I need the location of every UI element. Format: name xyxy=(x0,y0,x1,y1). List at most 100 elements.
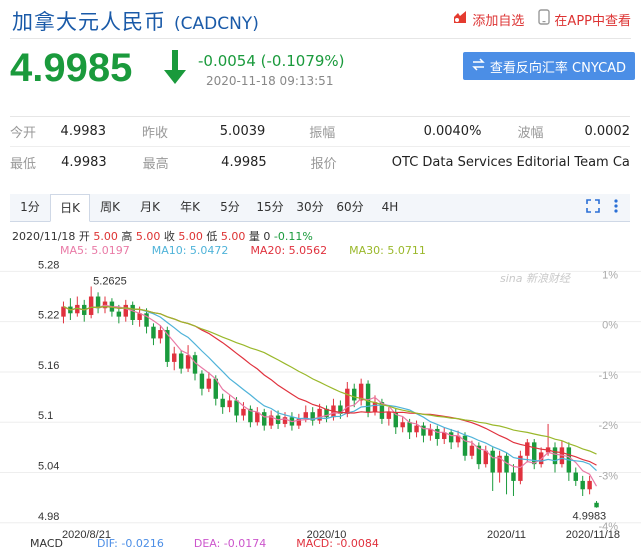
candle-body xyxy=(345,388,350,414)
candle-body xyxy=(123,304,128,317)
stat-value: 4.9983 xyxy=(60,124,107,139)
tab-daily-k[interactable]: 日K xyxy=(50,194,90,222)
macd-dif: DIF: -0.0216 xyxy=(96,537,164,550)
down-arrow-icon xyxy=(162,48,188,97)
stat-value: 5.0039 xyxy=(219,124,266,139)
candle-body xyxy=(220,398,225,408)
tab-15min[interactable]: 15分 xyxy=(250,194,290,221)
candle-body xyxy=(88,296,94,315)
info-vol: 0 xyxy=(263,230,271,243)
stats-row: 今开 4.9983 昨收 5.0039 振幅 0.0040% 波幅 0.0002 xyxy=(10,117,630,147)
tab-5min[interactable]: 5分 xyxy=(210,194,250,221)
stat-label: 最低 xyxy=(10,156,37,172)
fullscreen-icon[interactable] xyxy=(586,198,600,217)
tab-60min[interactable]: 60分 xyxy=(330,194,370,221)
candle-body xyxy=(352,388,357,401)
candle-body xyxy=(511,472,516,481)
tab-weekly-k[interactable]: 周K xyxy=(90,194,130,221)
candle-body xyxy=(587,480,592,490)
info-close: 5.00 xyxy=(178,230,203,243)
stat-label: 波幅 xyxy=(517,126,544,141)
candle-body xyxy=(158,330,163,339)
x-tick-label: 2020/11 xyxy=(487,529,526,541)
tab-30min[interactable]: 30分 xyxy=(290,194,330,221)
y-tick-label: 5.28 xyxy=(38,259,59,271)
last-price: 4.9985 xyxy=(10,46,133,90)
info-pct: -0.11% xyxy=(273,230,313,243)
candle-body xyxy=(448,432,454,443)
y-tick-label: 5.1 xyxy=(38,410,53,422)
header-divider xyxy=(10,38,631,39)
macd-legend: MACD DIF: -0.0216 DEA: -0.0174 MACD: -0.… xyxy=(30,537,379,550)
price-change: -0.0054 (-0.1079%) xyxy=(198,52,345,70)
candle-body xyxy=(199,373,205,389)
add-watch-button[interactable]: 添加自选 xyxy=(452,9,524,29)
reverse-rate-label: 查看反向汇率 CNYCAD xyxy=(489,60,627,76)
stat-label: 最高 xyxy=(142,156,169,172)
candle-body xyxy=(151,326,156,339)
pct-tick-label: 1% xyxy=(602,269,618,281)
kline-chart[interactable]: 5.281%5.220%5.16-1%5.1-2%5.04-3%4.98-4%5… xyxy=(0,255,641,551)
candle-body xyxy=(469,445,475,456)
header-actions: 添加自选 在APP中查看 xyxy=(452,9,631,29)
macd-dea: DEA: -0.0174 xyxy=(193,537,267,550)
candle-body xyxy=(178,353,184,369)
candle-body xyxy=(172,353,177,362)
page-title: 加拿大元人民币 (CADCNY) xyxy=(12,6,259,36)
info-high-label: 高 xyxy=(121,230,133,243)
tab-yearly-k[interactable]: 年K xyxy=(170,194,210,221)
candle-body xyxy=(594,502,599,508)
add-watch-label: 添加自选 xyxy=(472,13,525,29)
candle-body xyxy=(407,422,412,433)
y-tick-label: 4.98 xyxy=(38,511,59,523)
ma10-line xyxy=(63,305,597,472)
pct-tick-label: -3% xyxy=(598,471,618,483)
tab-monthly-k[interactable]: 月K xyxy=(130,194,170,221)
candle-body xyxy=(130,304,135,320)
y-tick-label: 5.16 xyxy=(38,360,59,372)
info-date: 2020/11/18 xyxy=(12,230,76,243)
info-vol-label: 量 xyxy=(248,230,260,243)
candle-body xyxy=(525,442,530,456)
phone-icon xyxy=(538,9,551,29)
y-tick-label: 5.04 xyxy=(38,461,59,473)
pct-tick-label: -1% xyxy=(598,370,618,382)
max-price-label: 5.2625 xyxy=(93,275,127,287)
tab-4h[interactable]: 4H xyxy=(370,194,410,221)
stat-value: 0.0002 xyxy=(584,124,630,139)
candle-body xyxy=(234,400,239,416)
info-low-label: 低 xyxy=(206,230,218,243)
stats-table: 今开 4.9983 昨收 5.0039 振幅 0.0040% 波幅 0.0002… xyxy=(10,116,630,177)
pct-tick-label: -2% xyxy=(598,420,618,432)
candle-body xyxy=(490,450,495,473)
info-open: 5.00 xyxy=(93,230,118,243)
candle-body xyxy=(552,447,558,465)
y-tick-label: 5.22 xyxy=(38,310,59,322)
x-tick-label: 2020/11/18 xyxy=(566,529,620,541)
reverse-rate-button[interactable]: 查看反向汇率 CNYCAD xyxy=(463,52,635,80)
more-options-icon[interactable] xyxy=(614,198,618,217)
candle-body xyxy=(386,412,392,419)
app-view-button[interactable]: 在APP中查看 xyxy=(538,9,631,29)
candle-body xyxy=(573,472,578,481)
stat-value: 0.0040% xyxy=(423,124,482,139)
stat-value: 4.9983 xyxy=(61,154,107,170)
candle-body xyxy=(414,425,419,433)
period-tabs: 1分 日K 周K 月K 年K 5分 15分 30分 60分 4H xyxy=(10,194,630,222)
candle-body xyxy=(462,435,468,456)
quote-time: 2020-11-18 09:13:51 xyxy=(206,74,334,88)
pct-tick-label: 0% xyxy=(602,320,618,332)
candle-body xyxy=(400,422,405,428)
tab-1min[interactable]: 1分 xyxy=(10,194,50,221)
macd-value: MACD: -0.0084 xyxy=(296,537,379,550)
candle-body xyxy=(580,480,585,490)
candle-body xyxy=(241,408,246,416)
stat-value: 4.9985 xyxy=(221,154,267,170)
stat-label: 振幅 xyxy=(309,126,336,141)
add-watch-icon xyxy=(452,10,468,28)
candle-info: 2020/11/18 开 5.00 高 5.00 收 5.00 低 5.00 量… xyxy=(12,228,313,244)
quote-row: 4.9985 -0.0054 (-0.1079%) 2020-11-18 09:… xyxy=(10,44,635,94)
ma20-line xyxy=(63,305,597,466)
candle-body xyxy=(435,428,440,439)
header: 加拿大元人民币 (CADCNY) 添加自选 在APP中查看 xyxy=(0,0,641,36)
